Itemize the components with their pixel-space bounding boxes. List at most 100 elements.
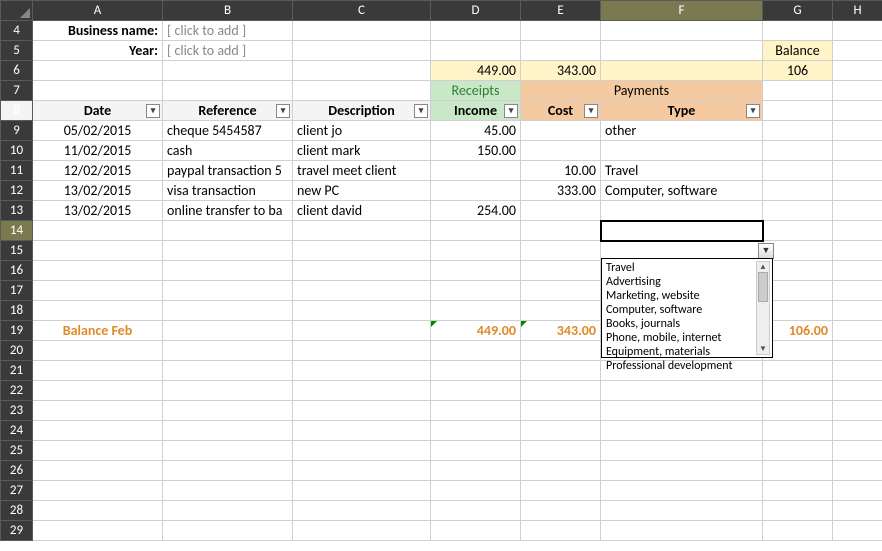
dropdown-item[interactable]: Computer, software [606, 303, 754, 317]
cell-income[interactable]: 150.00 [431, 141, 521, 161]
col-header-e[interactable]: E [521, 1, 601, 21]
row-header[interactable]: 24 [1, 421, 33, 441]
cell-ref[interactable]: paypal transaction 5 [163, 161, 293, 181]
cell-date[interactable]: 11/02/2015 [33, 141, 163, 161]
balance-feb-income: 449.00 [431, 321, 521, 341]
select-all-corner[interactable] [1, 1, 33, 21]
filter-icon[interactable]: ▾ [504, 104, 518, 118]
cell-type[interactable]: other [601, 121, 763, 141]
row-header[interactable]: 27 [1, 481, 33, 501]
col-header-f[interactable]: F [601, 1, 763, 21]
chevron-down-icon[interactable]: ▼ [758, 243, 774, 259]
cell-ref[interactable]: online transfer to ba [163, 201, 293, 221]
cell-desc[interactable]: travel meet client [293, 161, 431, 181]
row-header[interactable]: 16 [1, 261, 33, 281]
row-header[interactable]: 18 [1, 301, 33, 321]
filter-icon[interactable]: ▾ [414, 104, 428, 118]
col-header-d[interactable]: D [431, 1, 521, 21]
row-header[interactable]: 14 [1, 221, 33, 241]
header-cost[interactable]: Cost▾ [521, 101, 601, 121]
cell-desc[interactable]: client jo [293, 121, 431, 141]
cell-type[interactable] [601, 141, 763, 161]
business-name-input[interactable]: [ click to add ] [163, 21, 293, 41]
row-header[interactable]: 13 [1, 201, 33, 221]
cell-income[interactable] [431, 181, 521, 201]
row-header[interactable]: 26 [1, 461, 33, 481]
row-header[interactable]: 10 [1, 141, 33, 161]
section-payments: Payments [521, 81, 763, 101]
row-header[interactable]: 4 [1, 21, 33, 41]
cell-type[interactable] [601, 201, 763, 221]
cell-cost[interactable]: 333.00 [521, 181, 601, 201]
row-header[interactable]: 29 [1, 521, 33, 541]
dropdown-item[interactable]: Books, journals [606, 317, 754, 331]
cell-desc[interactable]: client mark [293, 141, 431, 161]
cell-cost[interactable] [521, 201, 601, 221]
cell-ref[interactable]: cash [163, 141, 293, 161]
row-header[interactable]: 7 [1, 81, 33, 101]
row-header[interactable]: 11 [1, 161, 33, 181]
col-header-h[interactable]: H [833, 1, 882, 21]
cell-type[interactable]: Travel [601, 161, 763, 181]
cell-income[interactable]: 45.00 [431, 121, 521, 141]
header-income[interactable]: Income▾ [431, 101, 521, 121]
row-header[interactable]: 25 [1, 441, 33, 461]
type-dropdown-list[interactable]: Travel Advertising Marketing, website Co… [601, 258, 773, 358]
col-header-c[interactable]: C [293, 1, 431, 21]
row-header[interactable]: 12 [1, 181, 33, 201]
active-cell[interactable] [601, 221, 763, 241]
cell-type[interactable]: Computer, software [601, 181, 763, 201]
dropdown-item[interactable]: Professional development [606, 359, 754, 373]
header-description[interactable]: Description▾ [293, 101, 431, 121]
row-header[interactable]: 28 [1, 501, 33, 521]
filter-icon[interactable]: ▾ [146, 104, 160, 118]
dropdown-item[interactable]: Advertising [606, 275, 754, 289]
cell-income[interactable]: 254.00 [431, 201, 521, 221]
row-header[interactable]: 17 [1, 281, 33, 301]
filter-icon[interactable]: ▾ [276, 104, 290, 118]
column-header-row: A B C D E F G H [1, 1, 882, 21]
cell-dropdown-button[interactable]: ▼ [758, 241, 774, 259]
scroll-thumb[interactable] [758, 272, 768, 302]
header-date[interactable]: Date▾ [33, 101, 163, 121]
cell-income[interactable] [431, 161, 521, 181]
cell-date[interactable]: 13/02/2015 [33, 201, 163, 221]
cell-ref[interactable]: visa transaction [163, 181, 293, 201]
filter-icon[interactable]: ▾ [746, 104, 760, 118]
row-header[interactable]: 9 [1, 121, 33, 141]
filter-icon[interactable]: ▾ [584, 104, 598, 118]
cell-cost[interactable] [521, 141, 601, 161]
row-header[interactable]: 5 [1, 41, 33, 61]
row-header[interactable]: 20 [1, 341, 33, 361]
row-header[interactable]: 19 [1, 321, 33, 341]
year-input[interactable]: [ click to add ] [163, 41, 293, 61]
dropdown-scrollbar[interactable]: ▲ ▼ [756, 261, 770, 355]
cell-desc[interactable]: new PC [293, 181, 431, 201]
dropdown-item[interactable]: Marketing, website [606, 289, 754, 303]
col-header-b[interactable]: B [163, 1, 293, 21]
cell-date[interactable]: 05/02/2015 [33, 121, 163, 141]
dropdown-item[interactable]: Travel [606, 261, 754, 275]
row-header[interactable]: 8 [1, 101, 33, 121]
cell-cost[interactable] [521, 121, 601, 141]
cell-ref[interactable]: cheque 5454587 [163, 121, 293, 141]
scroll-down-icon[interactable]: ▼ [757, 344, 769, 354]
header-reference[interactable]: Reference▾ [163, 101, 293, 121]
cell-cost[interactable]: 10.00 [521, 161, 601, 181]
row-header[interactable]: 21 [1, 361, 33, 381]
dropdown-item[interactable]: Equipment, materials [606, 345, 754, 359]
scroll-up-icon[interactable]: ▲ [757, 262, 769, 272]
label-business-name: Business name: [33, 21, 163, 41]
cell-date[interactable]: 12/02/2015 [33, 161, 163, 181]
cell-desc[interactable]: client david [293, 201, 431, 221]
col-header-g[interactable]: G [763, 1, 833, 21]
row-header[interactable]: 15 [1, 241, 33, 261]
row-header[interactable]: 6 [1, 61, 33, 81]
header-type[interactable]: Type▾ [601, 101, 763, 121]
cell-date[interactable]: 13/02/2015 [33, 181, 163, 201]
col-header-a[interactable]: A [33, 1, 163, 21]
row-header[interactable]: 23 [1, 401, 33, 421]
balance-feb-cost: 343.00 [521, 321, 601, 341]
row-header[interactable]: 22 [1, 381, 33, 401]
dropdown-item[interactable]: Phone, mobile, internet [606, 331, 754, 345]
